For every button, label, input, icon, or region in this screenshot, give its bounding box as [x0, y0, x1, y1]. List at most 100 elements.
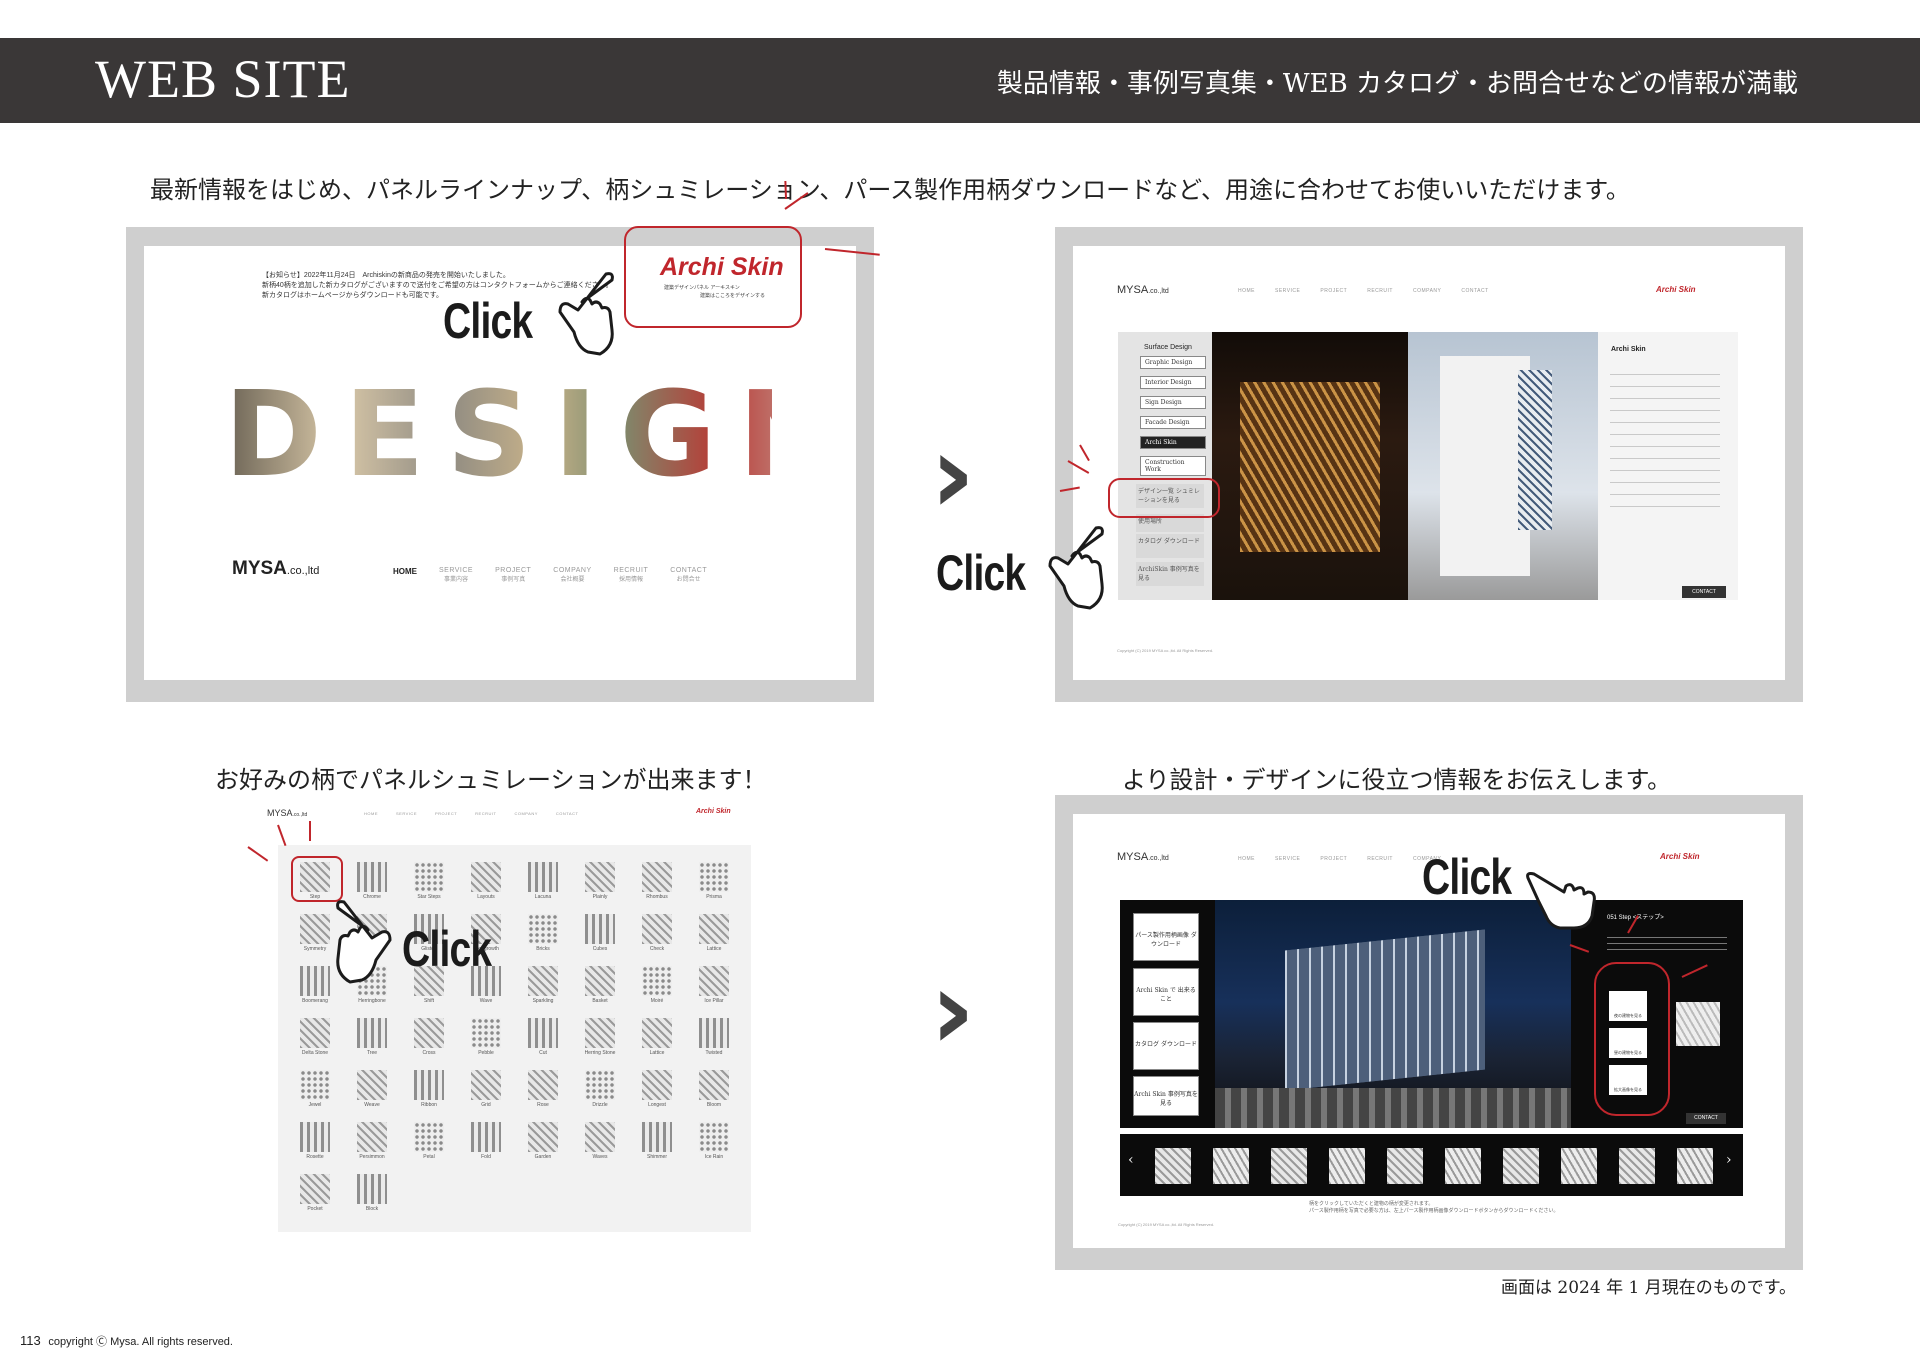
strip-pattern-tile[interactable]	[1213, 1148, 1249, 1184]
nav-project[interactable]: PROJECT	[1320, 856, 1347, 862]
strip-pattern-tile[interactable]	[1271, 1148, 1307, 1184]
pattern-tile[interactable]	[357, 1174, 387, 1204]
nav-company[interactable]: COMPANY	[1413, 288, 1441, 294]
case-photos-button[interactable]: ArchiSkin 事例写真を見る	[1136, 562, 1204, 586]
pattern-tile[interactable]	[642, 1070, 672, 1100]
nav-service[interactable]: SERVICE	[1275, 288, 1300, 294]
nav-recruit[interactable]: RECRUIT 採用情報	[614, 567, 649, 583]
pattern-tile[interactable]	[585, 862, 615, 892]
pattern-tile[interactable]	[528, 1018, 558, 1048]
pattern-tile[interactable]	[300, 1070, 330, 1100]
pattern-tile[interactable]	[300, 1174, 330, 1204]
pattern-tile[interactable]	[414, 1018, 444, 1048]
pattern-tile[interactable]	[414, 1070, 444, 1100]
menu-sign-design[interactable]: Sign Design	[1140, 396, 1206, 409]
nav-recruit[interactable]: RECRUIT	[1367, 288, 1393, 294]
pattern-tile[interactable]	[528, 862, 558, 892]
pattern-tile[interactable]	[642, 1018, 672, 1048]
archiskin-logo[interactable]: Archi Skin	[1660, 852, 1700, 861]
pattern-tile[interactable]	[699, 862, 729, 892]
nav-contact[interactable]: CONTACT お問合せ	[670, 567, 707, 583]
nav-project[interactable]: PROJECT 事例写真	[495, 567, 531, 583]
pattern-tile[interactable]	[357, 1070, 387, 1100]
company-logo[interactable]: MYSA.co.,ltd	[267, 808, 307, 818]
pattern-tile[interactable]	[699, 1122, 729, 1152]
pattern-tile[interactable]	[471, 1018, 501, 1048]
pattern-tile[interactable]	[699, 914, 729, 944]
pattern-tile[interactable]	[642, 862, 672, 892]
strip-pattern-tile[interactable]	[1503, 1148, 1539, 1184]
catalog-download-button[interactable]: カタログ ダウンロード	[1133, 1022, 1199, 1070]
nav-project[interactable]: PROJECT	[1320, 288, 1347, 294]
company-logo[interactable]: MYSA.co.,ltd	[1117, 284, 1169, 296]
menu-interior-design[interactable]: Interior Design	[1140, 376, 1206, 389]
menu-facade-design[interactable]: Facade Design	[1140, 416, 1206, 429]
nav-contact[interactable]: CONTACT	[556, 811, 579, 816]
strip-pattern-tile[interactable]	[1387, 1148, 1423, 1184]
archiskin-logo[interactable]: Archi Skin	[660, 253, 784, 282]
nav-service[interactable]: SERVICE 事業内容	[439, 567, 473, 583]
menu-archiskin[interactable]: Archi Skin	[1140, 436, 1206, 449]
strip-pattern-tile[interactable]	[1619, 1148, 1655, 1184]
pattern-tile[interactable]	[414, 1122, 444, 1152]
strip-prev-icon[interactable]: ‹	[1128, 1152, 1134, 1168]
pattern-tile[interactable]	[471, 1122, 501, 1152]
case-photos-button[interactable]: Archi Skin 事例写真を見る	[1133, 1076, 1199, 1116]
pattern-tile[interactable]	[300, 914, 330, 944]
strip-pattern-tile[interactable]	[1561, 1148, 1597, 1184]
nav-company[interactable]: COMPANY 会社概要	[553, 567, 591, 583]
what-archiskin-button[interactable]: Archi Skin で 出来ること	[1133, 968, 1199, 1016]
contact-button[interactable]: CONTACT	[1686, 1113, 1726, 1124]
pattern-tile[interactable]	[642, 914, 672, 944]
strip-pattern-tile[interactable]	[1677, 1148, 1713, 1184]
pattern-tile[interactable]	[585, 1122, 615, 1152]
nav-home[interactable]: HOME	[364, 811, 378, 816]
pattern-tile[interactable]	[642, 1122, 672, 1152]
pattern-tile-label: Sparkling	[532, 998, 554, 1004]
pattern-tile[interactable]	[300, 1018, 330, 1048]
pattern-tile[interactable]	[357, 1018, 387, 1048]
nav-service[interactable]: SERVICE	[1275, 856, 1300, 862]
company-logo[interactable]: MYSA.co.,ltd	[1117, 851, 1169, 863]
pattern-tile[interactable]	[528, 1122, 558, 1152]
pattern-tile[interactable]	[300, 966, 330, 996]
pattern-tile[interactable]	[357, 1122, 387, 1152]
pattern-tile[interactable]	[642, 966, 672, 996]
pattern-tile[interactable]	[528, 1070, 558, 1100]
pattern-tile[interactable]	[471, 862, 501, 892]
pattern-tile[interactable]	[699, 1018, 729, 1048]
pattern-tile[interactable]	[357, 862, 387, 892]
nav-contact[interactable]: CONTACT	[1461, 288, 1488, 294]
nav-home[interactable]: HOME	[393, 567, 417, 583]
strip-pattern-tile[interactable]	[1445, 1148, 1481, 1184]
pattern-tile[interactable]	[585, 914, 615, 944]
nav-company[interactable]: COMPANY	[514, 811, 537, 816]
contact-button[interactable]: CONTACT	[1682, 586, 1726, 598]
pattern-tile[interactable]	[300, 1122, 330, 1152]
pattern-tile[interactable]	[471, 1070, 501, 1100]
perspective-download-button[interactable]: パース製作用柄画像 ダウンロード	[1133, 913, 1199, 961]
nav-project[interactable]: PROJECT	[435, 811, 457, 816]
pattern-tile[interactable]	[585, 1070, 615, 1100]
strip-next-icon[interactable]: ›	[1726, 1152, 1732, 1168]
pattern-tile[interactable]	[414, 862, 444, 892]
pattern-tile[interactable]	[528, 914, 558, 944]
nav-home[interactable]: HOME	[1238, 288, 1255, 294]
pattern-tile[interactable]	[585, 1018, 615, 1048]
pattern-tile[interactable]	[528, 966, 558, 996]
menu-graphic-design[interactable]: Graphic Design	[1140, 356, 1206, 369]
strip-pattern-tile[interactable]	[1329, 1148, 1365, 1184]
nav-recruit[interactable]: RECRUIT	[1367, 856, 1393, 862]
company-logo[interactable]: MYSA.co.,ltd	[232, 558, 319, 580]
pattern-tile[interactable]	[699, 1070, 729, 1100]
pattern-tile[interactable]	[699, 966, 729, 996]
nav-recruit[interactable]: RECRUIT	[475, 811, 496, 816]
catalog-download-button[interactable]: カタログ ダウンロード	[1136, 534, 1204, 558]
archiskin-logo[interactable]: Archi Skin	[1656, 285, 1696, 294]
nav-home[interactable]: HOME	[1238, 856, 1255, 862]
menu-construction-work[interactable]: Construction Work	[1140, 456, 1206, 476]
archiskin-logo[interactable]: Archi Skin	[696, 808, 731, 815]
strip-pattern-tile[interactable]	[1155, 1148, 1191, 1184]
pattern-tile[interactable]	[585, 966, 615, 996]
nav-service[interactable]: SERVICE	[396, 811, 417, 816]
